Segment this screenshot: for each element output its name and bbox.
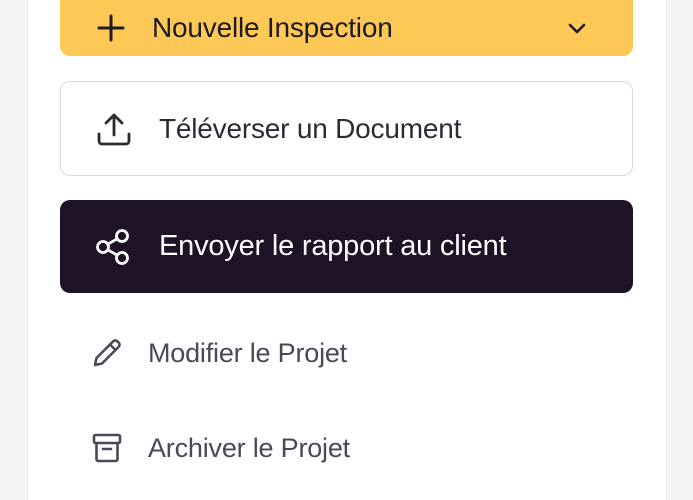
plus-icon (96, 13, 126, 43)
send-report-button[interactable]: Envoyer le rapport au client (60, 200, 633, 293)
edit-project-label: Modifier le Projet (148, 337, 347, 368)
new-inspection-button[interactable]: Nouvelle Inspection (60, 0, 633, 56)
upload-document-button[interactable]: Téléverser un Document (60, 81, 633, 176)
pencil-icon (90, 336, 124, 370)
archive-icon (90, 431, 124, 465)
send-report-label: Envoyer le rapport au client (159, 230, 507, 262)
archive-project-link[interactable]: Archiver le Projet (60, 416, 633, 480)
share-icon (94, 227, 132, 267)
archive-project-label: Archiver le Projet (148, 432, 350, 463)
chevron-down-icon[interactable] (565, 16, 589, 40)
new-inspection-label: Nouvelle Inspection (152, 12, 393, 43)
upload-icon (95, 110, 133, 148)
edit-project-link[interactable]: Modifier le Projet (60, 321, 633, 385)
upload-document-label: Téléverser un Document (159, 112, 462, 144)
